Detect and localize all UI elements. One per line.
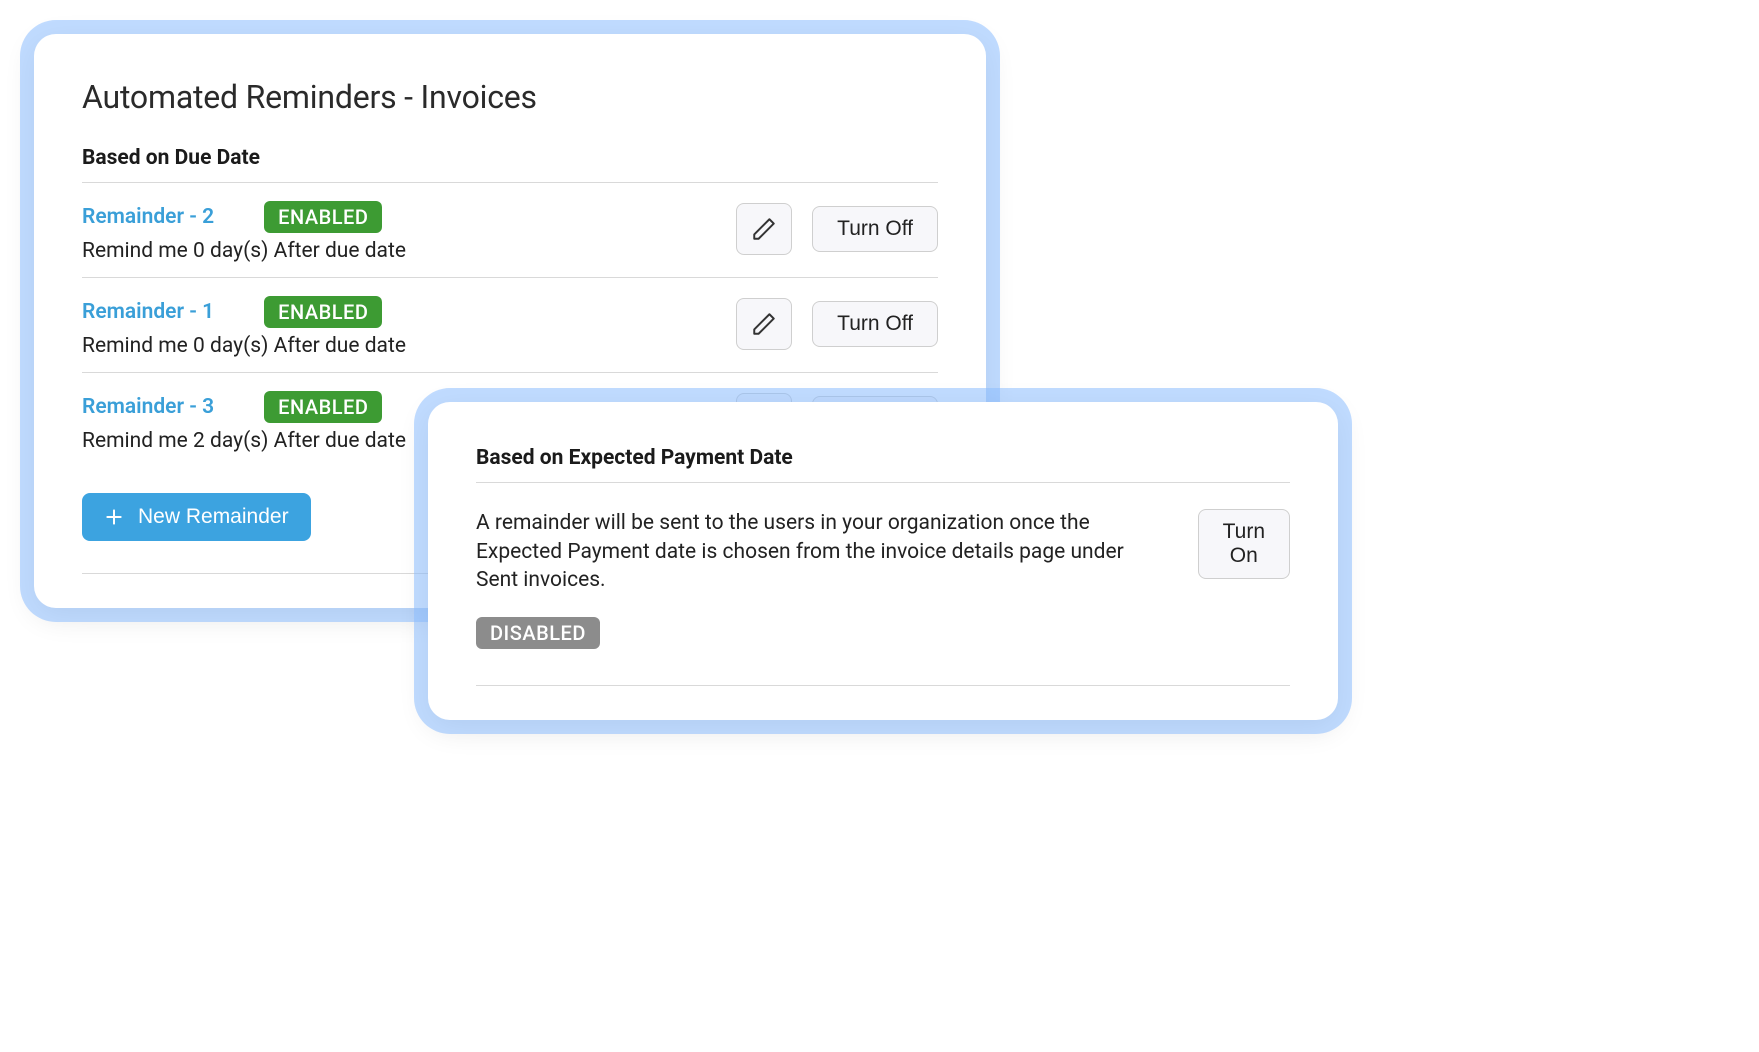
expected-payment-content: A remainder will be sent to the users in… (476, 509, 1170, 649)
new-reminder-label: New Remainder (138, 505, 289, 529)
edit-button[interactable] (736, 298, 792, 350)
reminder-info: Remainder - 2 ENABLED Remind me 0 day(s)… (82, 201, 736, 263)
reminder-row: Remainder - 2 ENABLED Remind me 0 day(s)… (82, 182, 938, 277)
turn-off-button[interactable]: Turn Off (812, 301, 938, 347)
reminder-info: Remainder - 1 ENABLED Remind me 0 day(s)… (82, 296, 736, 358)
edit-button[interactable] (736, 203, 792, 255)
reminder-description: Remind me 0 day(s) After due date (82, 239, 736, 263)
plus-icon (104, 507, 124, 527)
status-badge: DISABLED (476, 617, 600, 649)
reminder-name-link[interactable]: Remainder - 2 (82, 205, 214, 229)
pencil-icon (751, 216, 777, 242)
reminder-row: Remainder - 1 ENABLED Remind me 0 day(s)… (82, 277, 938, 372)
pencil-icon (751, 311, 777, 337)
expected-payment-section-title: Based on Expected Payment Date (476, 446, 1290, 470)
status-badge: ENABLED (264, 201, 382, 233)
reminder-description: Remind me 0 day(s) After due date (82, 334, 736, 358)
status-badge: ENABLED (264, 391, 382, 423)
status-badge: ENABLED (264, 296, 382, 328)
turn-off-button[interactable]: Turn Off (812, 206, 938, 252)
turn-on-button[interactable]: Turn On (1198, 509, 1290, 579)
expected-payment-card: Based on Expected Payment Date A remaind… (428, 402, 1338, 720)
reminder-name-link[interactable]: Remainder - 1 (82, 300, 214, 324)
expected-payment-block: A remainder will be sent to the users in… (476, 482, 1290, 686)
expected-payment-text: A remainder will be sent to the users in… (476, 509, 1170, 595)
reminder-name-link[interactable]: Remainder - 3 (82, 395, 214, 419)
due-date-section-title: Based on Due Date (82, 146, 938, 170)
new-reminder-button[interactable]: New Remainder (82, 493, 311, 541)
page-title: Automated Reminders - Invoices (82, 78, 938, 116)
